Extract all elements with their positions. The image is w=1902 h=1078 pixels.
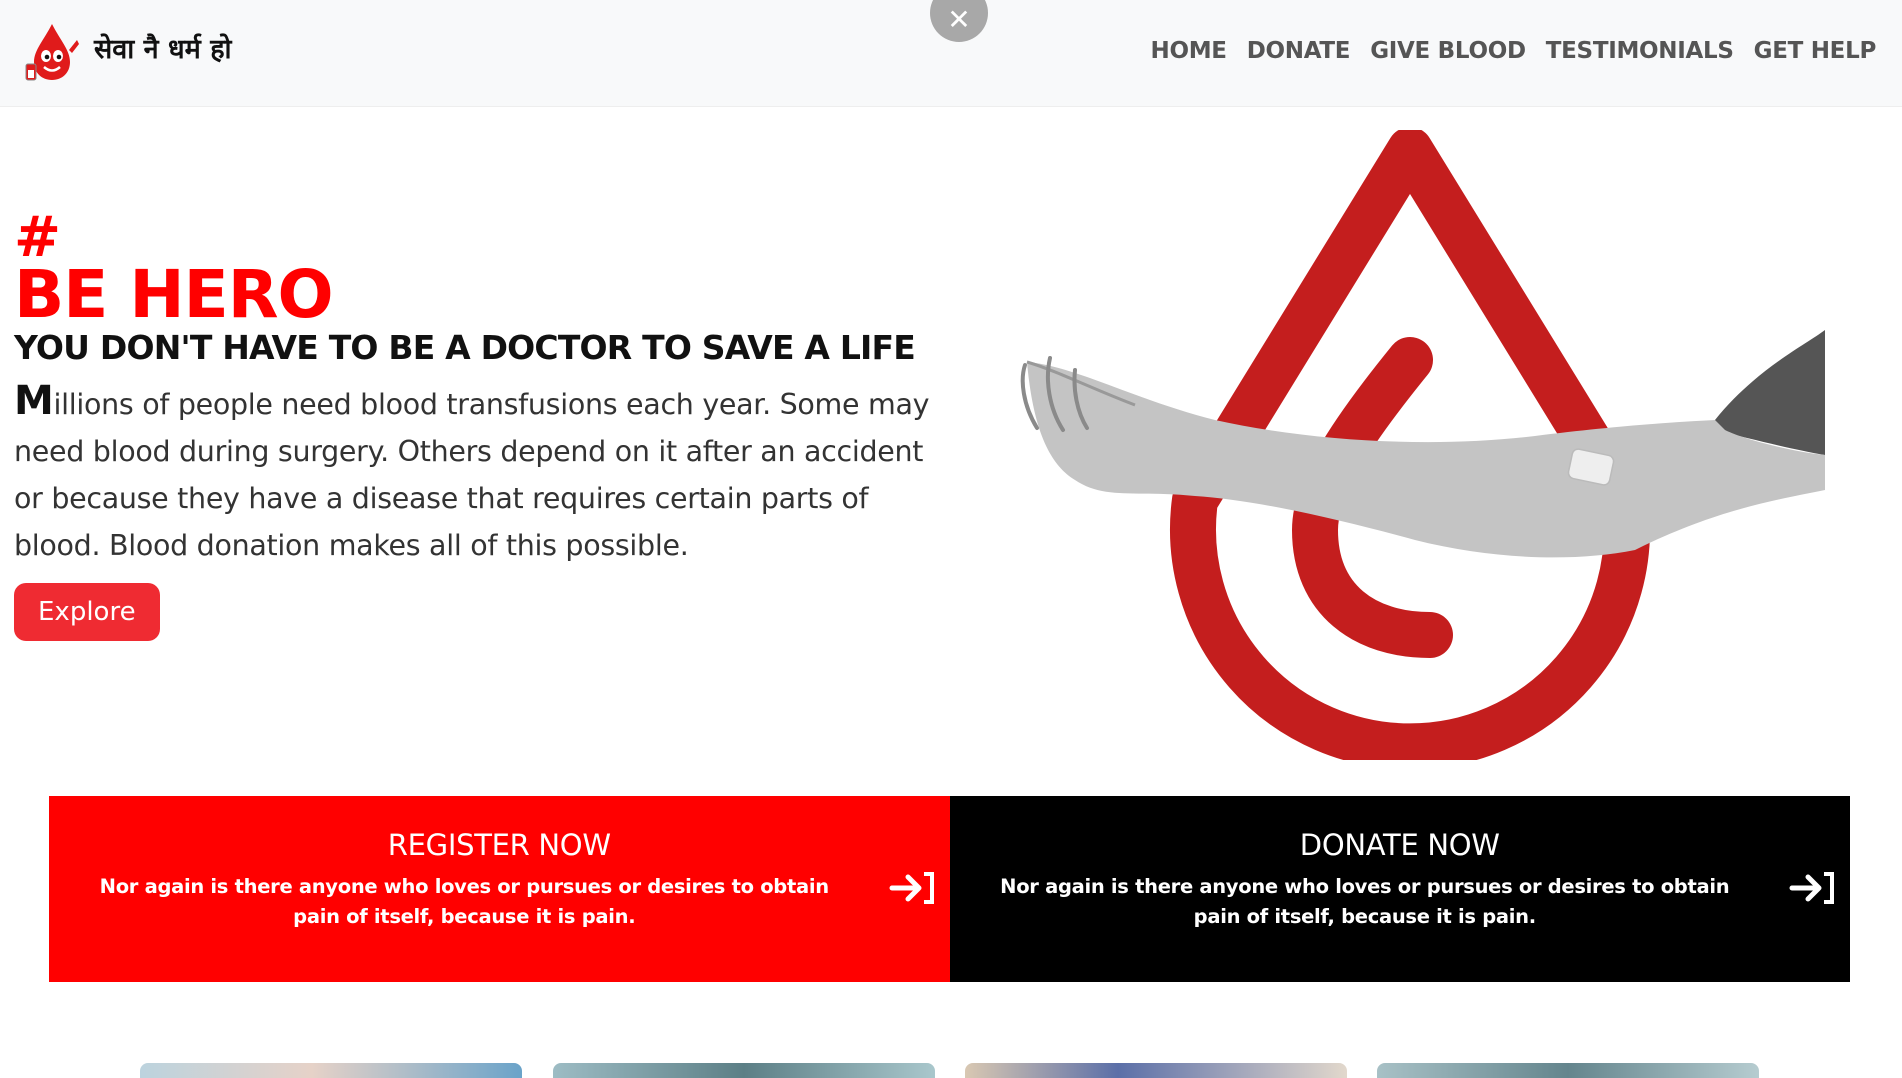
card-image-2[interactable] [553, 1063, 935, 1078]
card-image-1[interactable] [140, 1063, 522, 1078]
hero-subtitle: YOU DON'T HAVE TO BE A DOCTOR TO SAVE A … [14, 328, 916, 367]
card-image-3[interactable] [965, 1063, 1347, 1078]
donate-now-panel[interactable]: DONATE NOW Nor again is there anyone who… [949, 796, 1850, 982]
explore-button[interactable]: Explore [14, 583, 160, 641]
nav-link-get-help[interactable]: GET HELP [1754, 38, 1877, 64]
navbar: सेवा नै धर्म हो ✕ HOME DONATE GIVE BLOOD… [0, 0, 1902, 107]
blood-drop-arm-illustration [1020, 130, 1825, 760]
donate-now-text: Nor again is there anyone who loves or p… [1000, 875, 1730, 928]
brand-name: सेवा नै धर्म हो [94, 33, 232, 65]
register-now-panel[interactable]: REGISTER NOW Nor again is there anyone w… [49, 796, 950, 982]
hero-paragraph-text: illions of people need blood transfusion… [14, 388, 930, 562]
brand[interactable]: सेवा नै धर्म हो [22, 20, 232, 84]
nav-menu: HOME DONATE GIVE BLOOD TESTIMONIALS GET … [1151, 38, 1877, 64]
hero-title: BE HERO [14, 256, 334, 333]
hero-hash: # [14, 205, 61, 270]
register-now-title: REGISTER NOW [387, 828, 611, 862]
sign-in-arrow-icon[interactable] [1788, 868, 1836, 908]
donate-now-title: DONATE NOW [1299, 828, 1500, 862]
register-now-text: Nor again is there anyone who loves or p… [99, 875, 829, 928]
card-image-4[interactable] [1377, 1063, 1759, 1078]
nav-link-give-blood[interactable]: GIVE BLOOD [1370, 38, 1526, 64]
hero-text: # BE HERO YOU DON'T HAVE TO BE A DOCTOR … [14, 205, 934, 641]
nav-link-testimonials[interactable]: TESTIMONIALS [1546, 38, 1734, 64]
nav-link-home[interactable]: HOME [1151, 38, 1228, 64]
hero-dropcap: M [14, 378, 54, 424]
cta-banner: REGISTER NOW Nor again is there anyone w… [49, 796, 1850, 982]
sign-in-arrow-icon[interactable] [888, 868, 936, 908]
blood-drop-mascot-icon [25, 24, 79, 81]
close-icon[interactable]: ✕ [930, 0, 988, 42]
hero-paragraph: Millions of people need blood transfusio… [14, 378, 934, 569]
nav-link-donate[interactable]: DONATE [1247, 38, 1351, 64]
